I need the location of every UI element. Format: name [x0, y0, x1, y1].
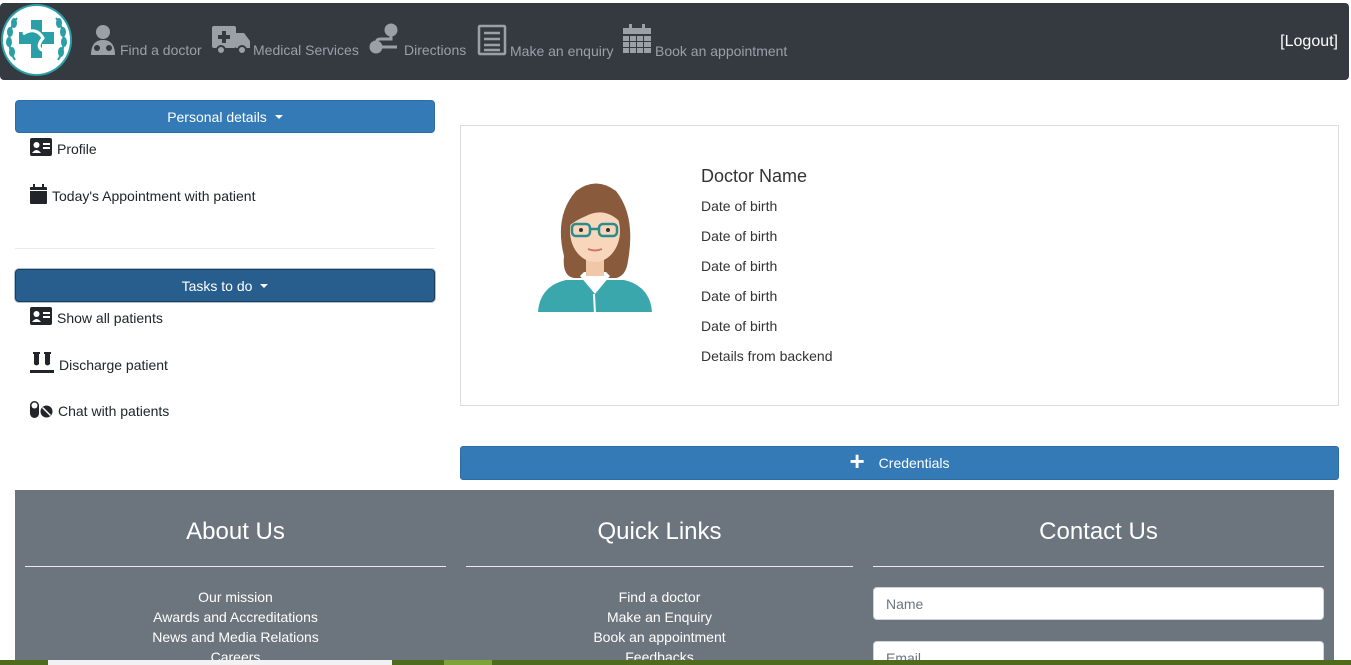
doctor-name: Doctor Name — [701, 166, 808, 186]
footer-about-title: About Us — [186, 518, 285, 545]
plus-icon: + — [849, 446, 865, 476]
footer-divider — [873, 566, 1324, 567]
calendar-grid-icon — [622, 24, 652, 59]
doctor-profile-card: Doctor Name Date of birth Date of birth … — [460, 125, 1339, 406]
tasks-to-do-label: Tasks to do — [181, 277, 253, 294]
top-navbar: Find a doctor Medical Services Direction… — [0, 3, 1349, 80]
sidebar-item-chat-with-patients[interactable]: Chat with patients — [30, 401, 169, 421]
footer-link-find-doctor[interactable]: Find a doctor — [466, 589, 853, 605]
detail-line: Date of birth — [701, 198, 778, 214]
nav-make-enquiry[interactable]: Make an enquiry — [477, 24, 614, 59]
sidebar-item-label: Chat with patients — [58, 403, 170, 419]
sidebar-item-label: Today's Appointment with patient — [52, 187, 256, 204]
footer-divider — [25, 566, 446, 567]
sidebar-item-show-all-patients[interactable]: Show all patients — [30, 307, 163, 328]
nav-find-doctor-label: Find a doctor — [120, 42, 202, 58]
credentials-label: Credentials — [878, 455, 950, 471]
sidebar-item-label: Profile — [57, 140, 97, 157]
nav-medical-services-label: Medical Services — [253, 42, 359, 58]
footer-quick-links-title: Quick Links — [597, 518, 722, 545]
sidebar-divider — [15, 248, 435, 249]
footer-link-book-appointment[interactable]: Book an appointment — [466, 629, 853, 645]
footer-link-our-mission[interactable]: Our mission — [25, 589, 446, 605]
nav-directions[interactable]: Directions — [369, 23, 466, 58]
detail-line: Date of birth — [701, 258, 778, 274]
caret-down-icon — [260, 283, 269, 288]
route-icon — [369, 23, 401, 58]
footer-link-make-enquiry[interactable]: Make an Enquiry — [466, 609, 853, 625]
sidebar-item-todays-appointment[interactable]: Today's Appointment with patient — [30, 184, 255, 207]
sidebar-item-discharge-patient[interactable]: Discharge patient — [30, 352, 168, 377]
footer-link-awards[interactable]: Awards and Accreditations — [25, 609, 446, 625]
list-icon — [477, 24, 507, 59]
detail-line: Details from backend — [701, 348, 833, 364]
ambulance-icon — [212, 23, 250, 58]
detail-line: Date of birth — [701, 228, 778, 244]
nav-book-appointment-label: Book an appointment — [655, 43, 788, 59]
caret-down-icon — [274, 114, 283, 119]
credentials-button[interactable]: + Credentials — [460, 446, 1339, 480]
contact-name-input[interactable] — [873, 587, 1324, 620]
nav-make-enquiry-label: Make an enquiry — [510, 43, 614, 59]
pills-icon — [30, 401, 53, 421]
nav-find-doctor[interactable]: Find a doctor — [89, 23, 202, 58]
taskbar-segment — [444, 660, 492, 665]
sidebar-item-label: Show all patients — [57, 309, 163, 326]
doctor-avatar-icon — [536, 176, 654, 316]
logout-link[interactable]: [Logout] — [1280, 33, 1338, 51]
id-card-icon — [30, 138, 52, 159]
taskbar-strip — [0, 660, 1351, 665]
hospital-logo[interactable] — [1, 4, 72, 76]
footer-contact-title: Contact Us — [1039, 518, 1158, 545]
sidebar-item-label: Discharge patient — [59, 356, 168, 373]
personal-details-label: Personal details — [167, 108, 267, 125]
detail-line: Date of birth — [701, 318, 778, 334]
nav-book-appointment[interactable]: Book an appointment — [622, 24, 787, 59]
nav-medical-services[interactable]: Medical Services — [212, 23, 359, 58]
doctor-icon — [89, 23, 117, 58]
footer: About Us Our mission Awards and Accredit… — [15, 490, 1334, 665]
footer-link-news-media[interactable]: News and Media Relations — [25, 629, 446, 645]
vials-icon — [30, 352, 54, 377]
sidebar-item-profile[interactable]: Profile — [30, 138, 97, 159]
taskbar-segment — [48, 660, 392, 665]
nav-directions-label: Directions — [404, 42, 467, 58]
footer-divider — [466, 566, 853, 567]
tasks-to-do-dropdown[interactable]: Tasks to do — [15, 269, 435, 302]
personal-details-dropdown[interactable]: Personal details — [15, 100, 435, 133]
calendar-icon — [30, 184, 47, 207]
id-card-icon — [30, 307, 52, 328]
detail-line: Date of birth — [701, 288, 778, 304]
